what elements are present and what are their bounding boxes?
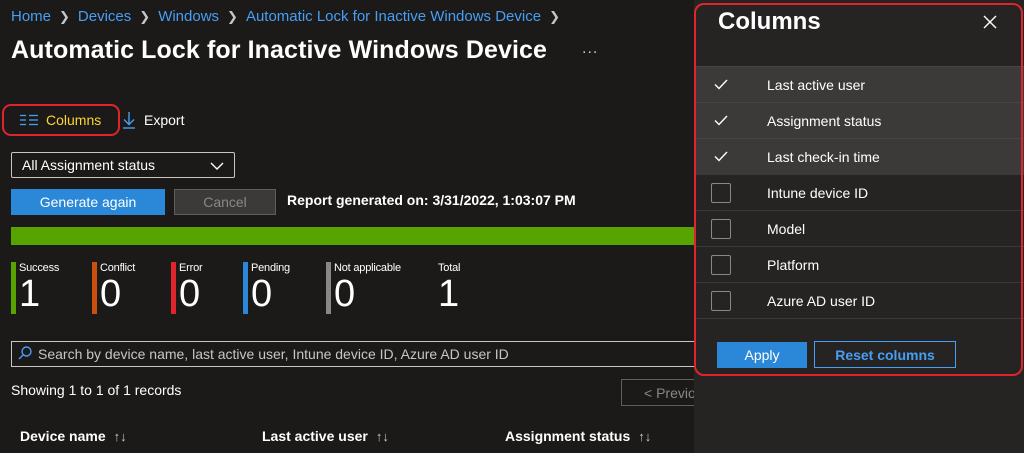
report-generated-text: Report generated on: 3/31/2022, 1:03:07 … [287, 192, 576, 208]
column-header-label: Device name [20, 428, 106, 444]
column-option-label: Assignment status [767, 112, 882, 129]
sort-icon: ↑↓ [375, 428, 389, 444]
stat-success: Success 1 [11, 262, 59, 314]
stat-value: 0 [251, 273, 273, 315]
checkbox[interactable] [711, 182, 731, 203]
column-option-label: Azure AD user ID [767, 292, 876, 309]
column-header-last-active-user[interactable]: Last active user ↑↓ [262, 428, 389, 444]
columns-icon [20, 114, 38, 126]
previous-page-label: < Previous [644, 384, 694, 401]
breadcrumb: Home ❯ Devices ❯ Windows ❯ Automatic Loc… [11, 8, 568, 25]
toolbar: Columns Export [2, 104, 194, 136]
reset-columns-button[interactable]: Reset columns [814, 341, 956, 368]
generate-again-button[interactable]: Generate again [11, 189, 165, 215]
records-count: Showing 1 to 1 of 1 records [11, 382, 182, 398]
column-option-last-check-in-time[interactable]: Last check-in time [694, 138, 1024, 174]
column-option-intune-device-id[interactable]: Intune device ID [694, 174, 1024, 210]
stat-error: Error 0 [171, 262, 203, 315]
column-option-azure-ad-user-id[interactable]: Azure AD user ID [694, 282, 1024, 318]
stat-value: 1 [438, 273, 460, 315]
column-header-device-name[interactable]: Device name ↑↓ [20, 428, 127, 444]
breadcrumb-home[interactable]: Home [11, 8, 51, 25]
panel-title: Columns [718, 8, 821, 35]
column-options-list: Last active user Assignment status Last … [694, 66, 1024, 318]
checkbox[interactable] [711, 218, 731, 239]
chevron-right-icon: ❯ [227, 8, 238, 24]
breadcrumb-windows[interactable]: Windows [158, 8, 219, 25]
stat-value: 0 [334, 273, 356, 315]
breadcrumb-current[interactable]: Automatic Lock for Inactive Windows Devi… [246, 8, 541, 25]
checkbox[interactable] [711, 290, 731, 311]
page-title: Automatic Lock for Inactive Windows Devi… [11, 36, 548, 64]
export-label: Export [144, 112, 185, 128]
stat-total: Total 1 [430, 262, 460, 314]
columns-panel: Columns Last active user Assignment stat… [694, 0, 1024, 453]
previous-page-button: < Previous [621, 379, 694, 406]
column-option-label: Intune device ID [767, 184, 869, 201]
export-button[interactable]: Export [120, 104, 194, 136]
chevron-right-icon: ❯ [139, 8, 151, 24]
stat-pending: Pending 0 [243, 262, 290, 314]
column-option-label: Platform [767, 256, 820, 273]
column-option-label: Last check-in time [767, 148, 880, 165]
progress-bar [11, 227, 694, 245]
search-icon [18, 345, 32, 363]
stat-not-applicable: Not applicable 0 [326, 262, 401, 314]
stat-conflict-bar [92, 262, 97, 314]
column-header-label: Last active user [262, 428, 368, 444]
cancel-button: Cancel [174, 189, 276, 215]
column-option-platform[interactable]: Platform [694, 246, 1024, 282]
chevron-down-icon [210, 157, 224, 173]
column-option-model[interactable]: Model [694, 210, 1024, 246]
column-option-label: Last active user [767, 76, 866, 93]
column-option-assignment-status[interactable]: Assignment status [694, 102, 1024, 138]
dropdown-selected-value: All Assignment status [22, 157, 156, 173]
column-option-label: Model [767, 220, 806, 237]
columns-button[interactable]: Columns [2, 104, 120, 136]
download-icon [122, 111, 136, 129]
stat-error-bar [171, 262, 176, 314]
stat-success-bar [11, 262, 16, 314]
column-header-label: Assignment status [505, 428, 631, 444]
checkmark-icon[interactable] [711, 75, 731, 95]
sort-icon: ↑↓ [638, 428, 652, 444]
assignment-status-dropdown[interactable]: All Assignment status [11, 152, 235, 178]
search-placeholder: Search by device name, last active user,… [38, 346, 509, 362]
checkmark-icon[interactable] [711, 147, 731, 167]
columns-label: Columns [46, 112, 102, 128]
stat-value: 0 [179, 273, 201, 315]
chevron-right-icon: ❯ [549, 8, 560, 24]
checkbox[interactable] [711, 254, 731, 275]
progress-fill [11, 227, 694, 245]
column-header-assignment-status[interactable]: Assignment status ↑↓ [505, 428, 651, 444]
sort-icon: ↑↓ [113, 428, 127, 444]
panel-footer: Apply Reset columns [694, 318, 1024, 378]
stat-value: 1 [19, 273, 41, 315]
stat-not-applicable-bar [326, 262, 331, 314]
chevron-right-icon: ❯ [59, 8, 70, 24]
more-options-icon[interactable]: ... [582, 40, 598, 58]
search-input[interactable]: Search by device name, last active user,… [11, 341, 694, 367]
stat-conflict: Conflict 0 [92, 262, 135, 314]
stat-pending-bar [243, 262, 248, 314]
checkmark-icon[interactable] [711, 111, 731, 131]
close-icon[interactable] [980, 12, 1000, 32]
apply-button[interactable]: Apply [717, 342, 807, 368]
stat-value: 0 [100, 273, 122, 315]
column-option-last-active-user[interactable]: Last active user [694, 66, 1024, 102]
breadcrumb-devices[interactable]: Devices [78, 8, 131, 25]
